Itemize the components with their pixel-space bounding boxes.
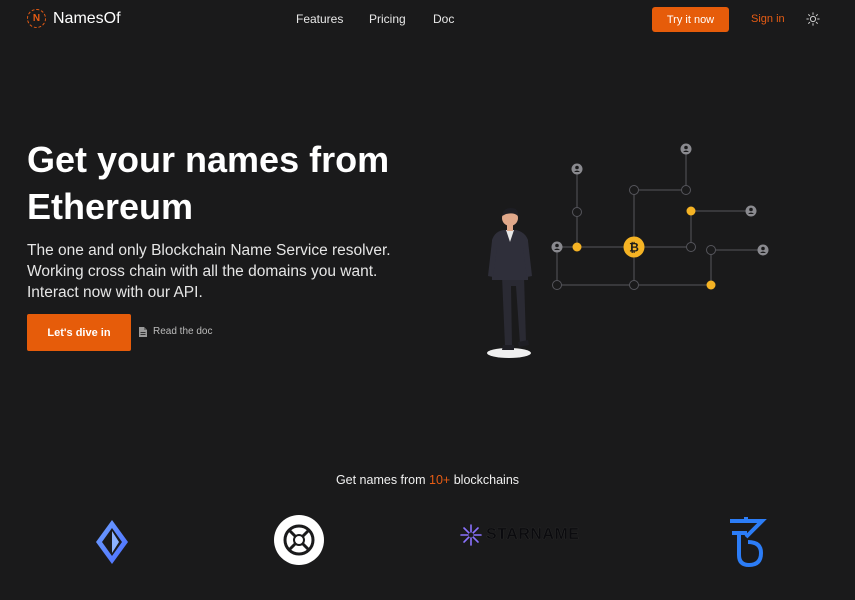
hero-subtitle-line-1: The one and only Blockchain Name Service…: [27, 242, 391, 259]
header: N NamesOf Features Pricing Doc Try it no…: [0, 0, 855, 40]
logo-icon: N: [27, 9, 46, 28]
nav-doc[interactable]: Doc: [433, 12, 454, 26]
try-it-now-button[interactable]: Try it now: [652, 7, 729, 32]
read-doc-link[interactable]: Read the doc: [139, 326, 213, 337]
brand-logo[interactable]: N NamesOf: [27, 9, 121, 28]
elrond-icon[interactable]: [273, 514, 325, 566]
nav-pricing[interactable]: Pricing: [369, 12, 406, 26]
hero-title: Get your names from Ethereum: [27, 136, 447, 230]
blockchains-count: 10+: [429, 473, 451, 487]
hero-title-line-1: Get your names from: [27, 139, 390, 180]
bitcoin-icon: ₿: [623, 236, 645, 258]
svg-text:₿: ₿: [629, 241, 639, 255]
hero-subtitle: The one and only Blockchain Name Service…: [27, 240, 447, 303]
network-lines: [556, 149, 763, 286]
dive-in-button[interactable]: Let's dive in: [27, 314, 131, 351]
blockchains-heading-prefix: Get names from: [335, 473, 430, 487]
person-figure: [487, 208, 532, 358]
starname-label: STARNAME: [486, 526, 580, 543]
document-icon: [139, 326, 147, 337]
nav-features[interactable]: Features: [296, 12, 343, 26]
sun-icon[interactable]: [806, 12, 820, 26]
hero-subtitle-line-3: Interact now with our API.: [27, 284, 203, 301]
sign-in-link[interactable]: Sign in: [751, 13, 785, 25]
starname-logo[interactable]: STARNAME: [460, 523, 580, 547]
read-doc-label: Read the doc: [153, 326, 213, 337]
blockchains-heading-suffix: blockchains: [450, 473, 520, 487]
tezos-icon[interactable]: [724, 515, 768, 571]
user-avatar-icons: [551, 143, 769, 256]
blockchain-network-illustration: ₿: [487, 143, 769, 358]
blockchains-heading: Get names from 10+ blockchains: [0, 473, 855, 487]
brand-name: NamesOf: [53, 9, 121, 27]
starname-icon: [460, 524, 482, 546]
hero-title-line-2: Ethereum: [27, 186, 194, 227]
ens-icon[interactable]: [88, 518, 136, 566]
hero-subtitle-line-2: Working cross chain with all the domains…: [27, 263, 378, 280]
